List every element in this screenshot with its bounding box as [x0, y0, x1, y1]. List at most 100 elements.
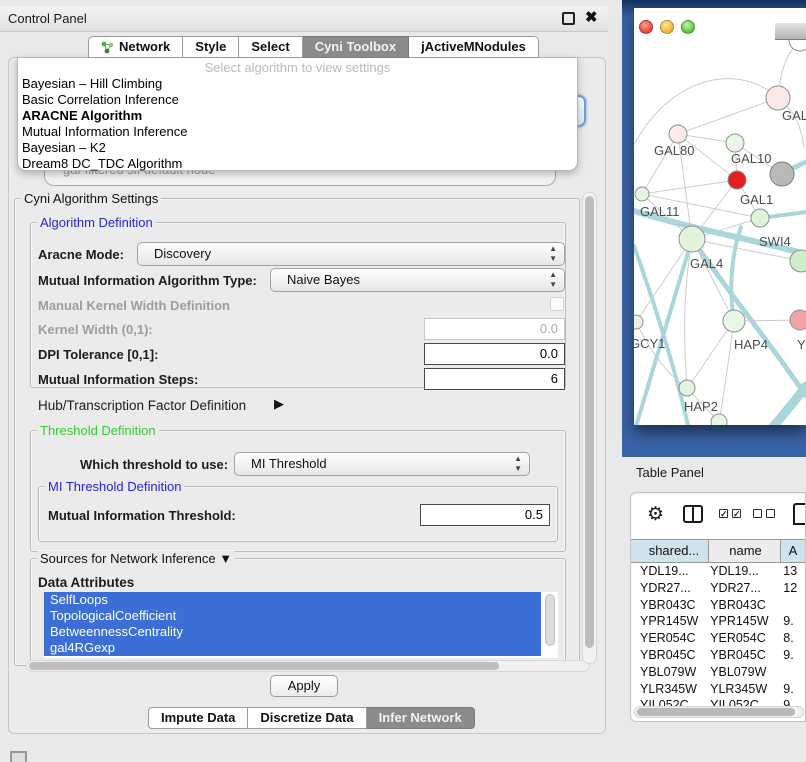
- network-window[interactable]: GAL GAL80 GAL10 GAL1 GAL11 SWI4 GAL4 GCY…: [634, 8, 806, 425]
- node-label-gal11: GAL11: [640, 204, 680, 219]
- mi-steps-field[interactable]: 6: [424, 368, 565, 390]
- hub-definition-toggle[interactable]: Hub/Transcription Factor Definition: [38, 398, 246, 413]
- node-label-hap4: HAP4: [734, 337, 768, 352]
- data-attributes-label: Data Attributes: [38, 575, 134, 590]
- list-item[interactable]: TopologicalCoefficient: [44, 608, 541, 624]
- network-icon: [101, 41, 114, 54]
- dropdown-item-selected[interactable]: ARACNE Algorithm: [18, 108, 577, 124]
- node-label-gal4: GAL4: [690, 256, 723, 271]
- network-graph[interactable]: GAL GAL80 GAL10 GAL1 GAL11 SWI4 GAL4 GCY…: [634, 8, 806, 425]
- tab-style[interactable]: Style: [183, 36, 239, 58]
- group-title: Threshold Definition: [37, 423, 159, 438]
- which-threshold-combo[interactable]: MI Threshold ▲▼: [234, 452, 530, 476]
- table-row[interactable]: YBR043CYBR043C: [631, 597, 805, 614]
- scrollbar-thumb[interactable]: [585, 196, 594, 648]
- dropdown-placeholder: Select algorithm to view settings: [18, 60, 577, 76]
- unchecked-checkbox-icon[interactable]: [766, 509, 775, 518]
- node-label-hap2: HAP2: [684, 399, 718, 414]
- apply-button[interactable]: Apply: [270, 675, 338, 697]
- tab-select[interactable]: Select: [239, 36, 302, 58]
- minimized-panel-icon[interactable]: [10, 751, 27, 762]
- tab-label: Network: [119, 37, 170, 57]
- kernel-width-field[interactable]: 0.0: [424, 318, 565, 340]
- table-row[interactable]: YBR045CYBR045C9.: [631, 647, 805, 664]
- table-row[interactable]: YER054CYER054C8.: [631, 630, 805, 647]
- tab-cyni-toolbox[interactable]: Cyni Toolbox: [303, 36, 409, 58]
- table-panel-title: Table Panel: [636, 465, 704, 480]
- dropdown-item[interactable]: Bayesian – K2: [18, 140, 577, 156]
- unchecked-checkbox-icon[interactable]: [753, 509, 762, 518]
- mi-type-label: Mutual Information Algorithm Type:: [38, 273, 257, 288]
- gear-icon[interactable]: ⚙: [647, 505, 664, 525]
- control-panel-titlebar: Control Panel ✖: [0, 6, 608, 32]
- which-threshold-label: Which threshold to use:: [80, 457, 228, 472]
- column-header-shared[interactable]: shared...: [631, 540, 709, 562]
- list-item[interactable]: gal4RGexp: [44, 640, 541, 656]
- group-title: Algorithm Definition: [37, 215, 156, 230]
- tab-impute-data[interactable]: Impute Data: [148, 707, 248, 729]
- cyni-settings-panel: Cyni Algorithm Settings Algorithm Defini…: [12, 190, 580, 666]
- data-attributes-list[interactable]: SelfLoops TopologicalCoefficient Between…: [44, 592, 558, 658]
- spinner-arrows-icon: ▲▼: [549, 270, 557, 290]
- control-panel: Control Panel ✖ Network Style Select Cyn…: [0, 0, 608, 740]
- column-header-partial[interactable]: A: [781, 540, 805, 562]
- checked-checkbox-icon[interactable]: ✓: [732, 509, 741, 518]
- dropdown-item[interactable]: Dream8 DC_TDC Algorithm: [18, 156, 577, 172]
- spinner-arrows-icon: ▲▼: [514, 454, 522, 474]
- tab-discretize-data[interactable]: Discretize Data: [248, 707, 366, 729]
- table-row[interactable]: YDL19...YDL19...13: [631, 563, 805, 580]
- table-horizontal-scrollbar[interactable]: [634, 706, 804, 718]
- aracne-mode-combo[interactable]: Discovery ▲▼: [137, 242, 565, 266]
- tab-infer-network[interactable]: Infer Network: [367, 707, 475, 729]
- table-row[interactable]: YBL079WYBL079W: [631, 664, 805, 681]
- dropdown-item[interactable]: Basic Correlation Inference: [18, 92, 577, 108]
- node-label-gcy1: GCY1: [634, 336, 665, 351]
- tab-jactivemnodules[interactable]: jActiveMNodules: [409, 36, 539, 58]
- float-window-icon[interactable]: [562, 12, 575, 25]
- list-item[interactable]: BetweennessCentrality: [44, 624, 541, 640]
- settings-vertical-scrollbar[interactable]: [582, 192, 597, 664]
- close-icon[interactable]: ✖: [585, 11, 598, 24]
- algorithm-dropdown-popup: Select algorithm to view settings Bayesi…: [17, 57, 578, 171]
- panel-title: Control Panel: [8, 11, 87, 26]
- node-label-gal1: GAL1: [740, 192, 773, 207]
- tab-network[interactable]: Network: [88, 36, 183, 58]
- control-panel-tabbar: Network Style Select Cyni Toolbox jActiv…: [88, 36, 539, 58]
- node-label-gal10: GAL10: [731, 151, 771, 166]
- collapse-down-icon[interactable]: ▼: [219, 551, 232, 566]
- mi-threshold-field[interactable]: 0.5: [420, 504, 550, 526]
- scrollbar-thumb[interactable]: [29, 662, 499, 670]
- cyni-bottom-tabbar: Impute Data Discretize Data Infer Networ…: [148, 707, 475, 729]
- checked-checkbox-icon[interactable]: ✓: [719, 509, 728, 518]
- columns-icon[interactable]: [683, 505, 703, 523]
- mi-threshold-label: Mutual Information Threshold:: [48, 508, 236, 523]
- node-label-swi4: SWI4: [759, 234, 791, 249]
- table-panel: ⚙ ✓ ✓ shared... name A YDL19...YDL19...1…: [630, 492, 806, 722]
- table-row[interactable]: YPR145WYPR145W9.: [631, 613, 805, 630]
- manual-kernel-label: Manual Kernel Width Definition: [38, 298, 230, 313]
- spinner-arrows-icon: ▲▼: [549, 244, 557, 264]
- dropdown-item[interactable]: Mutual Information Inference: [18, 124, 577, 140]
- table-row[interactable]: YDR27...YDR27...12: [631, 580, 805, 597]
- group-title: Sources for Network Inference ▼: [37, 551, 235, 566]
- table-body: YDL19...YDL19...13 YDR27...YDR27...12 YB…: [631, 563, 805, 722]
- node-label-gal-cut: GAL: [782, 108, 806, 123]
- column-header-name[interactable]: name: [709, 540, 781, 562]
- background-window-titlebar: [775, 23, 806, 40]
- group-title: Cyni Algorithm Settings: [21, 191, 161, 206]
- mi-algorithm-type-combo[interactable]: Naive Bayes ▲▼: [270, 268, 565, 292]
- table-function-icon[interactable]: [793, 503, 806, 525]
- dpi-tolerance-label: DPI Tolerance [0,1]:: [38, 347, 158, 362]
- expand-right-icon[interactable]: ▶: [274, 396, 284, 412]
- dpi-tolerance-field[interactable]: 0.0: [424, 343, 565, 365]
- table-row[interactable]: YLR345WYLR345W9.: [631, 681, 805, 698]
- group-title: MI Threshold Definition: [45, 479, 184, 494]
- dropdown-item[interactable]: Bayesian – Hill Climbing: [18, 76, 577, 92]
- manual-kernel-checkbox[interactable]: [550, 297, 564, 311]
- list-item[interactable]: SelfLoops: [44, 592, 541, 608]
- settings-horizontal-scrollbar[interactable]: [26, 660, 590, 672]
- kernel-width-label: Kernel Width (0,1):: [38, 322, 153, 337]
- list-vertical-scrollbar[interactable]: [545, 594, 555, 646]
- table-header: shared... name A: [631, 539, 805, 563]
- scrollbar-thumb[interactable]: [637, 708, 795, 716]
